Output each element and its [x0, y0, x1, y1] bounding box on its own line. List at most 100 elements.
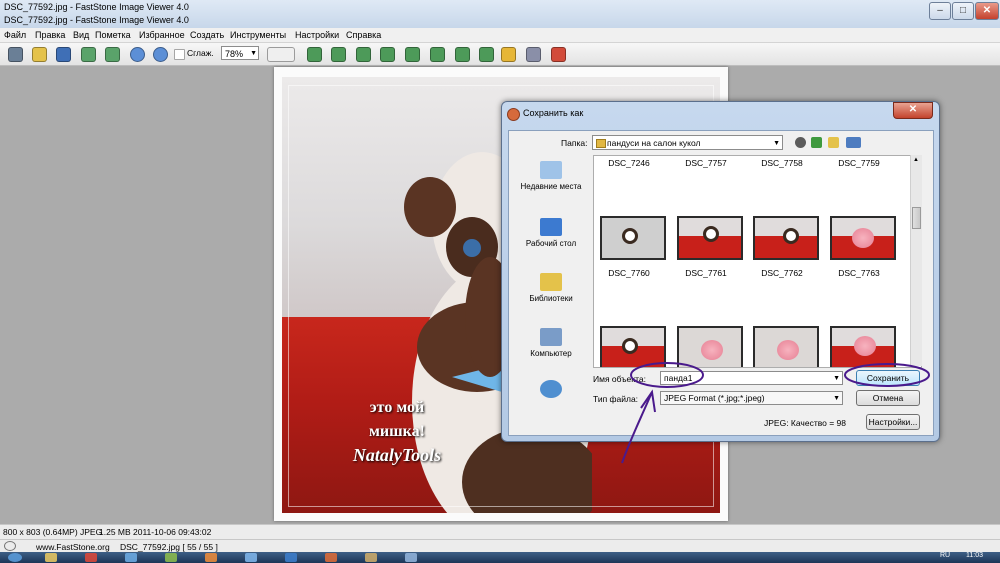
- new-folder-icon[interactable]: [828, 137, 839, 148]
- menu-edit[interactable]: Правка: [35, 30, 65, 40]
- file-thumbnail[interactable]: [830, 326, 896, 367]
- app-taskbar-icon-3[interactable]: [245, 553, 257, 562]
- dialog-close-button[interactable]: ✕: [893, 102, 933, 119]
- toolbar: Сглаж. 78% ▼: [0, 43, 1000, 66]
- browser-icon[interactable]: [8, 47, 23, 62]
- place-libraries[interactable]: Библиотеки: [512, 273, 590, 304]
- file-thumbnail[interactable]: [753, 326, 819, 367]
- compare-icon[interactable]: [455, 47, 470, 62]
- faststone-taskbar-icon[interactable]: [405, 553, 417, 562]
- file-list[interactable]: DSC_7246 DSC_7757 DSC_7758 DSC_7759 DSC_…: [593, 155, 922, 368]
- ie-taskbar-icon[interactable]: [125, 553, 137, 562]
- filetype-label: Тип файла:: [593, 394, 639, 404]
- filename-input[interactable]: панда1 ▼: [660, 371, 843, 385]
- place-computer[interactable]: Компьютер: [512, 328, 590, 359]
- website-link[interactable]: www.FastStone.org: [36, 542, 110, 552]
- app-taskbar-icon-4[interactable]: [325, 553, 337, 562]
- print-icon[interactable]: [526, 47, 541, 62]
- file-thumbnail[interactable]: [677, 326, 743, 367]
- scroll-up-icon[interactable]: ▲: [913, 157, 919, 163]
- menu-view[interactable]: Вид: [73, 30, 89, 40]
- file-thumbnail[interactable]: [753, 216, 819, 260]
- email-icon[interactable]: [501, 47, 516, 62]
- file-name[interactable]: DSC_7762: [747, 268, 817, 278]
- file-thumbnail[interactable]: [677, 216, 743, 260]
- file-name[interactable]: DSC_7763: [824, 268, 894, 278]
- image-dimensions: 800 x 803 (0.64MP) JPEG: [3, 527, 103, 537]
- file-name[interactable]: DSC_7758: [747, 158, 817, 168]
- scrollbar-thumb[interactable]: [912, 207, 921, 229]
- file-name[interactable]: DSC_7757: [671, 158, 741, 168]
- file-name[interactable]: DSC_7761: [671, 268, 741, 278]
- opera-taskbar-icon[interactable]: [85, 553, 97, 562]
- close-button[interactable]: ✕: [975, 2, 999, 20]
- file-thumbnail[interactable]: [830, 216, 896, 260]
- settings-button[interactable]: Настройки...: [866, 414, 920, 430]
- delete-icon[interactable]: [551, 47, 566, 62]
- menu-settings[interactable]: Настройки: [295, 30, 339, 40]
- zoom-in-icon[interactable]: [130, 47, 145, 62]
- back-icon[interactable]: [795, 137, 806, 148]
- menu-help[interactable]: Справка: [346, 30, 381, 40]
- smooth-checkbox[interactable]: [174, 49, 185, 60]
- place-network[interactable]: [512, 380, 590, 401]
- menu-file[interactable]: Файл: [4, 30, 26, 40]
- app-taskbar-icon-2[interactable]: [205, 553, 217, 562]
- resize-icon[interactable]: [380, 47, 395, 62]
- place-recent[interactable]: Недавние места: [512, 161, 590, 192]
- app-taskbar-icon-1[interactable]: [165, 553, 177, 562]
- file-name[interactable]: DSC_7760: [594, 268, 664, 278]
- menu-tag[interactable]: Пометка: [95, 30, 131, 40]
- menu-bar: Файл Правка Вид Пометка Избранное Создат…: [0, 28, 1000, 43]
- folder-icon: [596, 139, 606, 148]
- next-icon[interactable]: [105, 47, 120, 62]
- chevron-down-icon[interactable]: ▼: [833, 392, 840, 405]
- menu-tools[interactable]: Инструменты: [230, 30, 286, 40]
- folder-select[interactable]: пандуси на салон кукол ▼: [592, 135, 783, 150]
- maximize-button[interactable]: □: [952, 2, 974, 20]
- zoom-out-icon[interactable]: [153, 47, 168, 62]
- slideshow-icon[interactable]: [479, 47, 494, 62]
- caption-line-2: мишка!: [369, 423, 425, 440]
- up-folder-icon[interactable]: [811, 137, 822, 148]
- previous-icon[interactable]: [81, 47, 96, 62]
- file-list-scrollbar[interactable]: ▲: [910, 155, 922, 366]
- word-taskbar-icon[interactable]: [285, 553, 297, 562]
- cancel-button[interactable]: Отмена: [856, 390, 920, 406]
- explorer-taskbar-icon[interactable]: [45, 553, 57, 562]
- rotate-right-icon[interactable]: [331, 47, 346, 62]
- chevron-down-icon[interactable]: ▼: [833, 372, 840, 385]
- dialog-title: Сохранить как: [523, 108, 584, 118]
- status-bar: 800 x 803 (0.64MP) JPEG 1.25 MB 2011-10-…: [0, 524, 1000, 539]
- clock[interactable]: 11:03: [966, 552, 983, 559]
- file-thumbnail[interactable]: [600, 326, 666, 367]
- info-icon[interactable]: [4, 541, 16, 551]
- start-button-icon[interactable]: [8, 553, 22, 562]
- dialog-body: Папка: пандуси на салон кукол ▼ Недавние…: [508, 130, 934, 436]
- zoom-select[interactable]: 78% ▼: [221, 46, 259, 60]
- save-icon[interactable]: [56, 47, 71, 62]
- file-name[interactable]: DSC_7246: [594, 158, 664, 168]
- caption-line-1: это мой: [369, 399, 425, 416]
- crop-icon[interactable]: [356, 47, 371, 62]
- window-title: DSC_77592.jpg - FastStone Image Viewer 4…: [4, 15, 189, 25]
- network-icon: [540, 380, 562, 398]
- menu-favorites[interactable]: Избранное: [139, 30, 185, 40]
- open-folder-icon[interactable]: [32, 47, 47, 62]
- save-button[interactable]: Сохранить: [856, 370, 920, 386]
- hand-tool-icon[interactable]: [267, 47, 295, 62]
- rotate-left-icon[interactable]: [307, 47, 322, 62]
- minimize-button[interactable]: –: [929, 2, 951, 20]
- color-icon[interactable]: [405, 47, 420, 62]
- place-desktop[interactable]: Рабочий стол: [512, 218, 590, 249]
- libraries-icon: [540, 273, 562, 291]
- app-taskbar-icon-5[interactable]: [365, 553, 377, 562]
- file-thumbnail[interactable]: [600, 216, 666, 260]
- view-menu-icon[interactable]: [846, 137, 861, 148]
- file-size: 1.25 MB: [99, 527, 131, 537]
- menu-create[interactable]: Создать: [190, 30, 224, 40]
- language-indicator[interactable]: RU: [940, 552, 950, 559]
- effects-icon[interactable]: [430, 47, 445, 62]
- filetype-select[interactable]: JPEG Format (*.jpg;*.jpeg) ▼: [660, 391, 843, 405]
- file-name[interactable]: DSC_7759: [824, 158, 894, 168]
